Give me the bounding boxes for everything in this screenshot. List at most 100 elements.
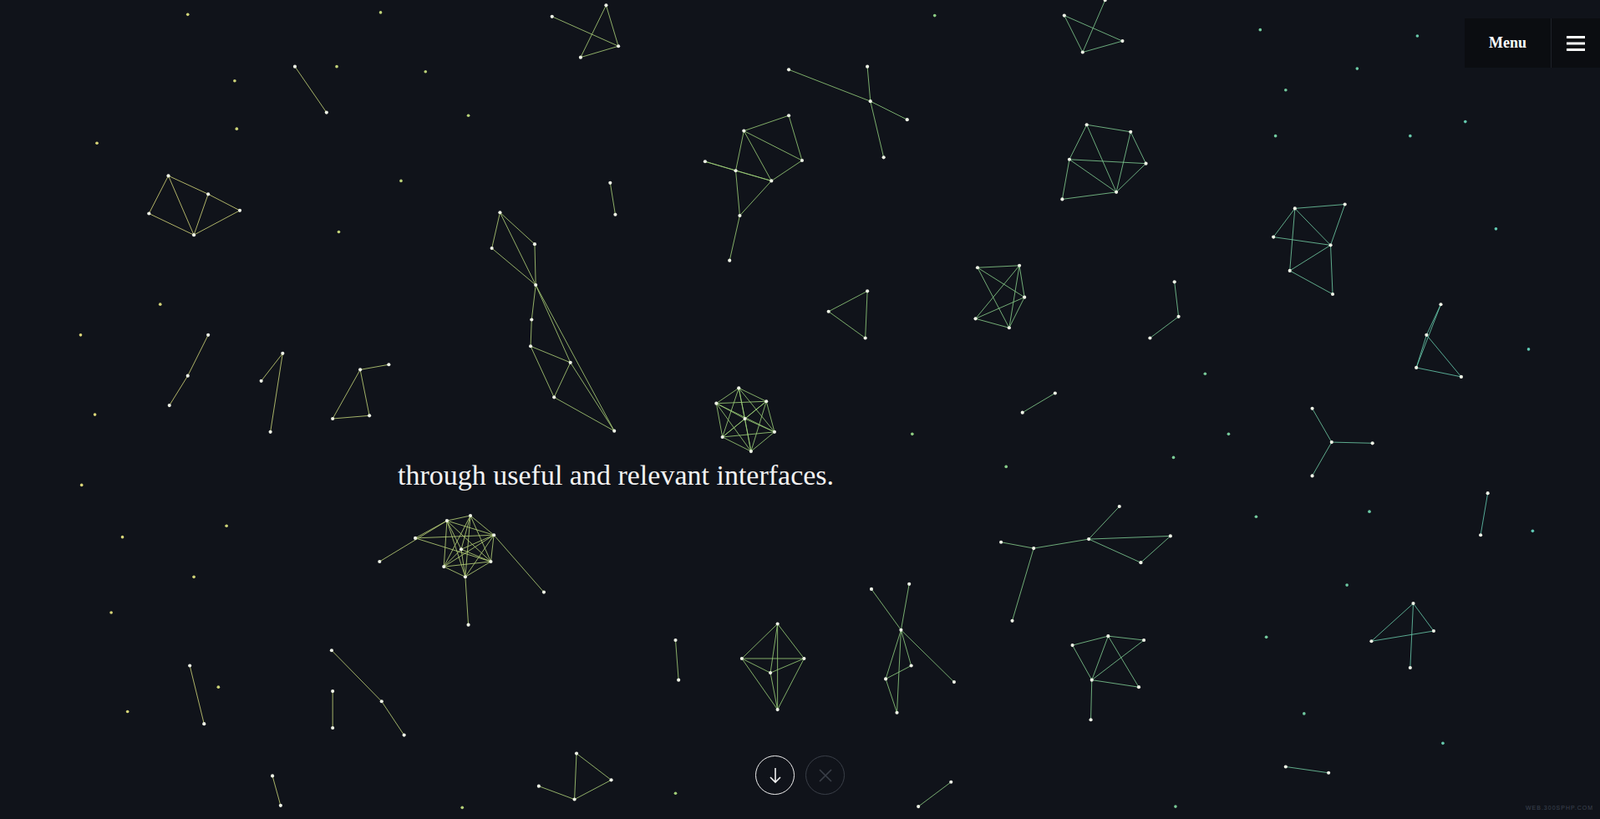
star-dot: [1288, 269, 1292, 273]
watermark-text: WEB.300SPHP.COM: [1525, 804, 1594, 811]
close-button[interactable]: [805, 755, 845, 795]
constellation-line: [743, 115, 789, 131]
constellation-line: [1022, 392, 1056, 412]
constellation-line: [1061, 192, 1117, 200]
constellation-line: [1426, 335, 1462, 377]
star-dot: [1173, 804, 1178, 808]
star-dot: [1117, 504, 1122, 508]
constellation-line: [1331, 441, 1373, 443]
star-dot: [916, 804, 920, 808]
constellation-line: [470, 515, 494, 535]
constellation-line: [169, 375, 188, 406]
constellation-line: [770, 623, 778, 673]
down-button[interactable]: [755, 755, 795, 795]
constellation-line: [722, 418, 746, 437]
constellation-line: [208, 193, 240, 211]
constellation-line: [1091, 680, 1093, 721]
star-dot: [1020, 411, 1025, 415]
constellation-line: [493, 534, 544, 592]
constellation-line: [553, 362, 571, 398]
constellation-line: [1069, 159, 1147, 164]
constellation-line: [900, 629, 911, 666]
constellation-line: [1273, 237, 1331, 246]
constellation-line: [580, 5, 607, 57]
star-dot: [1408, 134, 1413, 138]
constellation-line: [499, 212, 536, 285]
constellation-line: [1033, 538, 1089, 549]
constellation-line: [1295, 204, 1346, 209]
star-dot: [573, 797, 577, 801]
constellation-line: [738, 387, 767, 402]
menu-button[interactable]: Menu: [1464, 18, 1551, 68]
constellation-line: [729, 215, 740, 261]
constellation-line: [975, 297, 1026, 320]
hero-heading: through useful and relevant interfaces.: [397, 457, 834, 493]
star-dot: [377, 559, 381, 564]
star-dot: [259, 379, 264, 383]
constellation-line: [270, 353, 284, 432]
star-dot: [776, 621, 780, 625]
star-dot: [772, 430, 777, 434]
star-dot: [206, 192, 210, 196]
star-dot: [335, 65, 339, 69]
star-dot: [1172, 456, 1176, 460]
star-dot: [1147, 335, 1152, 340]
constellation-line: [261, 353, 284, 381]
star-dot: [269, 430, 273, 434]
star-dot: [413, 536, 417, 540]
star-dot: [674, 791, 678, 795]
arrow-down-icon: [766, 766, 784, 785]
constellation-line: [770, 672, 778, 710]
star-dot: [1090, 678, 1094, 682]
star-dot: [894, 711, 899, 715]
star-dot: [863, 335, 868, 340]
star-dot: [1254, 514, 1259, 519]
constellation-line: [535, 284, 571, 363]
star-dot: [736, 386, 741, 390]
star-dot: [1408, 665, 1413, 670]
star-dot: [1010, 619, 1014, 623]
constellation-line: [168, 175, 195, 235]
constellation-line: [741, 657, 804, 659]
constellation-line: [492, 248, 537, 285]
star-dot: [441, 564, 446, 569]
star-dot: [1330, 292, 1335, 296]
constellation-line: [1295, 208, 1331, 245]
star-dot: [1004, 465, 1008, 469]
star-dot: [238, 208, 242, 213]
star-dot: [1367, 509, 1372, 514]
star-dot: [537, 784, 541, 788]
constellation-line: [777, 658, 805, 710]
constellation-line: [766, 401, 775, 432]
star-dot: [186, 374, 190, 378]
constellation-line: [415, 534, 494, 539]
constellation-line: [1130, 132, 1146, 164]
hamburger-button[interactable]: [1551, 18, 1600, 68]
constellation-line: [492, 212, 501, 249]
constellation-line: [332, 369, 361, 419]
constellation-line: [777, 623, 805, 659]
star-dot: [1106, 634, 1110, 638]
star-dot: [1137, 685, 1141, 689]
star-dot: [490, 246, 494, 250]
constellation-line: [1140, 535, 1170, 563]
star-dot: [1494, 227, 1499, 231]
star-dot: [999, 540, 1003, 544]
star-dot: [1274, 134, 1278, 138]
star-dot: [192, 233, 196, 237]
star-dot: [1531, 529, 1535, 534]
constellation-line: [1019, 265, 1025, 298]
star-dot: [1293, 206, 1297, 210]
star-dot: [905, 117, 910, 122]
constellation-line: [530, 320, 532, 347]
star-dot: [1007, 325, 1011, 330]
constellation-line: [1416, 335, 1427, 368]
star-dot: [1343, 202, 1347, 206]
constellation-line: [977, 267, 1010, 328]
star-dot: [380, 699, 384, 703]
constellation-line: [443, 515, 471, 567]
star-dot: [233, 79, 237, 83]
constellation-line: [443, 520, 447, 567]
star-dot: [270, 773, 275, 778]
star-dot: [579, 55, 583, 60]
